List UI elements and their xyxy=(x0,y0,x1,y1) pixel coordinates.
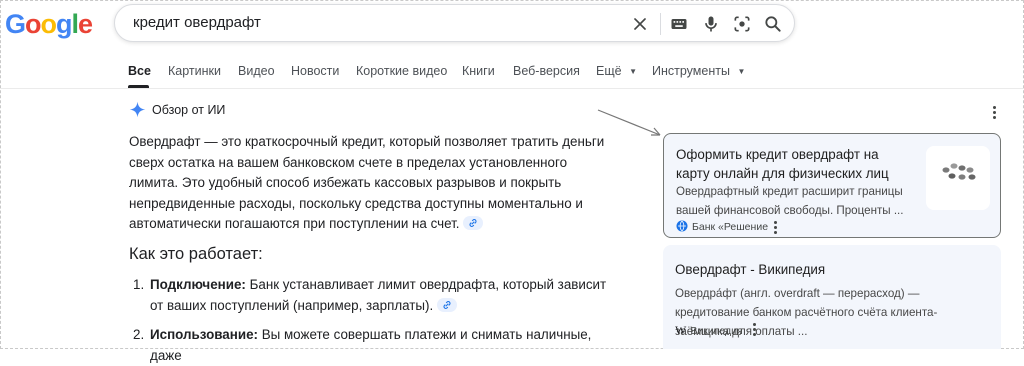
source-card-snippet: Овердрафтный кредит расширит границы ваш… xyxy=(676,185,904,217)
source-card-site-name: Википедия xyxy=(690,325,743,337)
chevron-down-icon: ▼ xyxy=(737,67,746,76)
list-item-term: Использование: xyxy=(150,327,258,342)
google-logo[interactable]: Google xyxy=(5,9,93,39)
logo-letter: G xyxy=(5,9,26,39)
list-item-body: Использование: Вы можете совершать плате… xyxy=(150,325,620,366)
more-options-icon[interactable] xyxy=(993,106,997,120)
link-chip[interactable] xyxy=(463,216,484,230)
gemini-sparkle-icon xyxy=(129,101,146,118)
tab-images[interactable]: Картинки xyxy=(168,64,221,78)
list-item-term: Подключение: xyxy=(150,277,246,292)
logo-letter: o xyxy=(25,9,41,39)
link-icon xyxy=(469,219,477,227)
microphone-icon[interactable] xyxy=(701,14,721,34)
logo-letter: g xyxy=(56,9,72,39)
source-card-site-name: Банк «Решение xyxy=(692,221,769,233)
tab-short-videos[interactable]: Короткие видео xyxy=(356,64,447,78)
list-number: 2. xyxy=(133,327,145,342)
ai-overview-text: Овердрафт — это краткосрочный кредит, ко… xyxy=(129,134,605,231)
tab-news[interactable]: Новости xyxy=(291,64,339,78)
tab-tools[interactable]: Инструменты ▼ xyxy=(652,64,745,78)
source-thumbnail[interactable] xyxy=(926,146,990,210)
tab-books[interactable]: Книги xyxy=(462,64,495,78)
search-box[interactable] xyxy=(114,4,795,42)
link-icon xyxy=(443,300,451,309)
lens-icon[interactable] xyxy=(732,14,752,34)
globe-icon xyxy=(676,220,688,232)
coins-image-icon xyxy=(942,163,976,180)
search-icon[interactable] xyxy=(763,14,783,34)
source-card-site[interactable]: Банк «Решение xyxy=(676,220,768,233)
how-it-works-heading: Как это работает: xyxy=(129,245,263,263)
ai-overview-paragraph: Овердрафт — это краткосрочный кредит, ко… xyxy=(129,132,619,235)
source-card[interactable]: Овердрафт - Википедия Овердра́фт (англ. … xyxy=(663,245,1001,349)
chevron-down-icon: ▼ xyxy=(629,67,637,76)
tab-tools-label: Инструменты xyxy=(652,64,730,78)
tabs-divider xyxy=(0,88,1024,89)
logo-letter: e xyxy=(78,9,93,39)
more-options-icon[interactable] xyxy=(753,323,757,337)
more-options-icon[interactable] xyxy=(774,221,778,235)
source-card[interactable]: Оформить кредит овердрафт на карту онлай… xyxy=(663,133,1001,238)
tab-web[interactable]: Веб-версия xyxy=(513,64,580,78)
logo-letter: o xyxy=(40,9,57,39)
keyboard-icon[interactable] xyxy=(669,14,689,34)
list-number: 1. xyxy=(133,277,145,292)
source-card-site[interactable]: W Википедия xyxy=(675,323,743,338)
tab-video[interactable]: Видео xyxy=(238,64,275,78)
close-icon[interactable] xyxy=(630,14,650,34)
ai-overview-title: Обзор от ИИ xyxy=(152,103,226,117)
wikipedia-icon: W xyxy=(675,323,687,337)
source-card-title[interactable]: Оформить кредит овердрафт на карту онлай… xyxy=(676,145,916,183)
tab-more-label: Ещё xyxy=(596,64,622,78)
list-item-body: Подключение: Банк устанавливает лимит ов… xyxy=(150,275,620,316)
tab-more[interactable]: Ещё ▼ xyxy=(596,64,637,78)
link-chip[interactable] xyxy=(437,297,458,312)
search-input[interactable] xyxy=(131,13,615,32)
tab-all[interactable]: Все xyxy=(128,64,151,78)
source-card-title[interactable]: Овердрафт - Википедия xyxy=(675,260,985,279)
search-divider xyxy=(660,13,661,35)
